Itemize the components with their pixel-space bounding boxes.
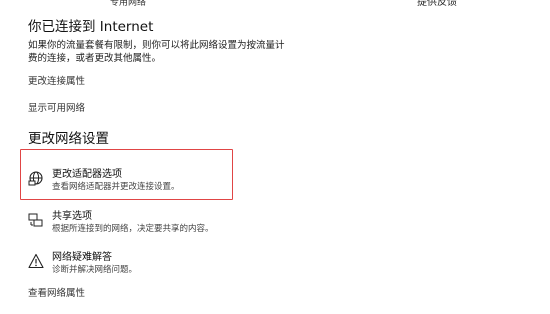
view-network-properties-link[interactable]: 查看网络属性 bbox=[28, 287, 85, 300]
network-adapter-icon bbox=[28, 170, 44, 186]
connection-description-line1: 如果你的流量套餐有限制，则你可以将此网络设置为按流量计 bbox=[28, 40, 285, 51]
connection-description-line2: 费的连接，或者更改其他属性。 bbox=[28, 53, 162, 64]
top-cut-label: 专用网络 bbox=[110, 0, 147, 8]
sharing-icon bbox=[28, 212, 44, 228]
change-adapter-options-desc: 查看网络适配器并更改连接设置。 bbox=[52, 182, 180, 192]
change-adapter-options-item[interactable]: 更改适配器选项 查看网络适配器并更改连接设置。 bbox=[28, 168, 288, 200]
feedback-link[interactable]: 提供反馈 bbox=[417, 0, 457, 9]
network-troubleshooter-title: 网络疑难解答 bbox=[52, 252, 112, 263]
sharing-options-item[interactable]: 共享选项 根据所连接到的网络，决定要共享的内容。 bbox=[28, 210, 288, 242]
sharing-options-desc: 根据所连接到的网络，决定要共享的内容。 bbox=[52, 224, 214, 234]
sharing-options-title: 共享选项 bbox=[52, 211, 92, 222]
change-connection-properties-link[interactable]: 更改连接属性 bbox=[28, 75, 85, 88]
warning-icon bbox=[28, 253, 44, 269]
network-troubleshooter-item[interactable]: 网络疑难解答 诊断并解决网络问题。 bbox=[28, 251, 288, 283]
change-adapter-options-title: 更改适配器选项 bbox=[52, 169, 122, 180]
connection-status-title: 你已连接到 Internet bbox=[28, 19, 154, 35]
show-available-networks-link[interactable]: 显示可用网络 bbox=[28, 102, 85, 115]
network-troubleshooter-desc: 诊断并解决网络问题。 bbox=[52, 265, 138, 275]
change-network-settings-title: 更改网络设置 bbox=[28, 131, 109, 147]
